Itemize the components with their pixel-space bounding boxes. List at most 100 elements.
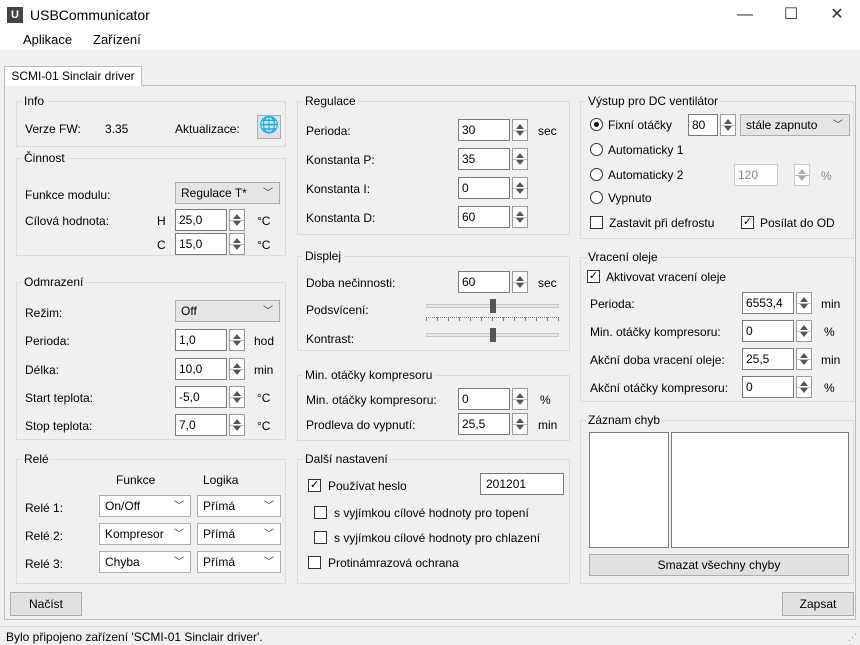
- chevron-down-icon: ﹀: [833, 120, 843, 131]
- ki-spinner[interactable]: [512, 177, 528, 199]
- defrost-period-input[interactable]: 1,0: [175, 329, 227, 351]
- except-cooling-checkbox[interactable]: [314, 531, 327, 544]
- globe-icon: 🌐: [259, 117, 279, 134]
- oil-min-speed-input[interactable]: 0: [742, 320, 794, 342]
- h-value-spinner[interactable]: [229, 209, 245, 231]
- fixed-speed-spinner[interactable]: [720, 114, 736, 136]
- rele-col-funkce: Funkce: [116, 473, 156, 487]
- defrost-start-input[interactable]: -5,0: [175, 386, 227, 408]
- rele1-funkce-select[interactable]: On/Off ﹀: [99, 495, 191, 517]
- rele2-logika-select[interactable]: Přímá ﹀: [197, 523, 281, 545]
- oil-min-speed-label: Min. otáčky kompresoru:: [590, 325, 721, 339]
- kp-spinner[interactable]: [512, 148, 528, 170]
- defrost-mode-label: Režim:: [25, 306, 63, 320]
- oil-duration-spinner[interactable]: [796, 348, 812, 370]
- defrost-length-input[interactable]: 10,0: [175, 358, 227, 380]
- oil-action-speed-input[interactable]: 0: [742, 376, 794, 398]
- idle-time-input[interactable]: 60: [458, 271, 510, 293]
- auto2-input[interactable]: 120: [734, 164, 778, 186]
- c-value-spinner[interactable]: [229, 233, 245, 255]
- min-speed-input[interactable]: 0: [458, 388, 510, 410]
- backlight-ticks: [426, 317, 559, 321]
- load-button[interactable]: Načíst: [10, 592, 82, 616]
- tab-scmi-driver[interactable]: SCMI-01 Sinclair driver: [4, 66, 142, 86]
- auto2-label: Automaticky 2: [608, 168, 684, 182]
- rele2-funkce-value: Kompresor: [105, 527, 164, 541]
- contrast-slider-thumb[interactable]: [489, 328, 496, 342]
- antifreeze-checkbox[interactable]: [308, 556, 321, 569]
- defrost-mode-value: Off: [181, 304, 197, 318]
- shutdown-delay-input[interactable]: 25,5: [458, 413, 510, 435]
- defrost-period-spinner[interactable]: [229, 329, 245, 351]
- idle-time-spinner[interactable]: [512, 271, 528, 293]
- auto2-radio[interactable]: [590, 168, 603, 181]
- auto2-unit: %: [821, 169, 832, 183]
- defrost-stop-spinner[interactable]: [229, 414, 245, 436]
- error-log-list-left[interactable]: [589, 432, 669, 548]
- shutdown-delay-unit: min: [538, 418, 558, 432]
- close-button[interactable]: ✕: [814, 0, 860, 30]
- fixed-speed-radio[interactable]: [590, 118, 603, 131]
- chevron-down-icon: ﹀: [174, 557, 184, 568]
- module-function-select[interactable]: Regulace T* ﹀: [175, 182, 280, 204]
- menu-bar: Aplikace Zařízení: [0, 30, 860, 50]
- clear-errors-button[interactable]: Smazat všechny chyby: [589, 554, 849, 576]
- send-od-label: Posílat do OD: [760, 216, 835, 230]
- min-otacky-group: Min. otáčky kompresoru Min. otáčky kompr…: [297, 368, 570, 441]
- update-button[interactable]: 🌐: [257, 115, 281, 139]
- reg-period-spinner[interactable]: [512, 119, 528, 141]
- fixed-speed-input[interactable]: 80: [688, 114, 718, 136]
- auto2-spinner[interactable]: [794, 164, 810, 186]
- cinnost-group: Činnost Funkce modulu: Regulace T* ﹀ Cílo…: [16, 151, 286, 256]
- defrost-start-spinner[interactable]: [229, 386, 245, 408]
- activate-oil-return-label: Aktivovat vracení oleje: [606, 270, 727, 284]
- minimize-button[interactable]: —: [722, 0, 768, 30]
- min-speed-spinner[interactable]: [512, 388, 528, 410]
- oil-period-spinner[interactable]: [796, 292, 812, 314]
- oil-duration-input[interactable]: 25,5: [742, 348, 794, 370]
- cinnost-group-title: Činnost: [22, 151, 67, 165]
- oil-min-speed-spinner[interactable]: [796, 320, 812, 342]
- h-value-input[interactable]: 25,0: [175, 209, 227, 231]
- oil-action-speed-spinner[interactable]: [796, 376, 812, 398]
- rele3-funkce-select[interactable]: Chyba ﹀: [99, 551, 191, 573]
- ki-input[interactable]: 0: [458, 177, 510, 199]
- kd-spinner[interactable]: [512, 206, 528, 228]
- reg-period-input[interactable]: 30: [458, 119, 510, 141]
- shutdown-delay-spinner[interactable]: [512, 413, 528, 435]
- kp-input[interactable]: 35: [458, 148, 510, 170]
- dc-fan-group-title: Výstup pro DC ventilátor: [586, 94, 721, 108]
- fixed-speed-mode-select[interactable]: stále zapnuto ﹀: [740, 114, 850, 136]
- menu-aplikace[interactable]: Aplikace: [23, 32, 72, 47]
- defrost-length-spinner[interactable]: [229, 358, 245, 380]
- stop-defrost-checkbox[interactable]: [590, 216, 603, 229]
- rele1-logika-select[interactable]: Přímá ﹀: [197, 495, 281, 517]
- rele2-funkce-select[interactable]: Kompresor ﹀: [99, 523, 191, 545]
- backlight-slider-thumb[interactable]: [489, 299, 496, 313]
- module-function-value: Regulace T*: [181, 186, 247, 200]
- resize-grip-icon[interactable]: ⋰: [848, 630, 857, 644]
- use-password-checkbox[interactable]: ✓: [308, 479, 321, 492]
- off-radio[interactable]: [590, 191, 603, 204]
- oil-action-speed-unit: %: [824, 381, 835, 395]
- title-bar: U USBCommunicator — ☐ ✕: [0, 0, 860, 30]
- window-title: USBCommunicator: [30, 7, 150, 23]
- oil-return-group-title: Vracení oleje: [586, 250, 660, 264]
- defrost-mode-select[interactable]: Off ﹀: [175, 300, 280, 322]
- kd-input[interactable]: 60: [458, 206, 510, 228]
- save-button[interactable]: Zapsat: [782, 592, 854, 616]
- maximize-button[interactable]: ☐: [768, 0, 814, 30]
- oil-period-input[interactable]: 6553,4: [742, 292, 794, 314]
- c-value-input[interactable]: 15,0: [175, 233, 227, 255]
- error-log-list-right[interactable]: [671, 432, 849, 548]
- except-heating-checkbox[interactable]: [314, 506, 327, 519]
- rele3-logika-select[interactable]: Přímá ﹀: [197, 551, 281, 573]
- menu-zarizeni[interactable]: Zařízení: [93, 32, 141, 47]
- password-input[interactable]: 201201: [480, 473, 564, 495]
- activate-oil-return-checkbox[interactable]: ✓: [587, 270, 600, 283]
- use-password-label: Používat heslo: [328, 479, 407, 493]
- h-label: H: [157, 214, 166, 228]
- auto1-radio[interactable]: [590, 143, 603, 156]
- defrost-stop-input[interactable]: 7,0: [175, 414, 227, 436]
- send-od-checkbox[interactable]: ✓: [741, 216, 754, 229]
